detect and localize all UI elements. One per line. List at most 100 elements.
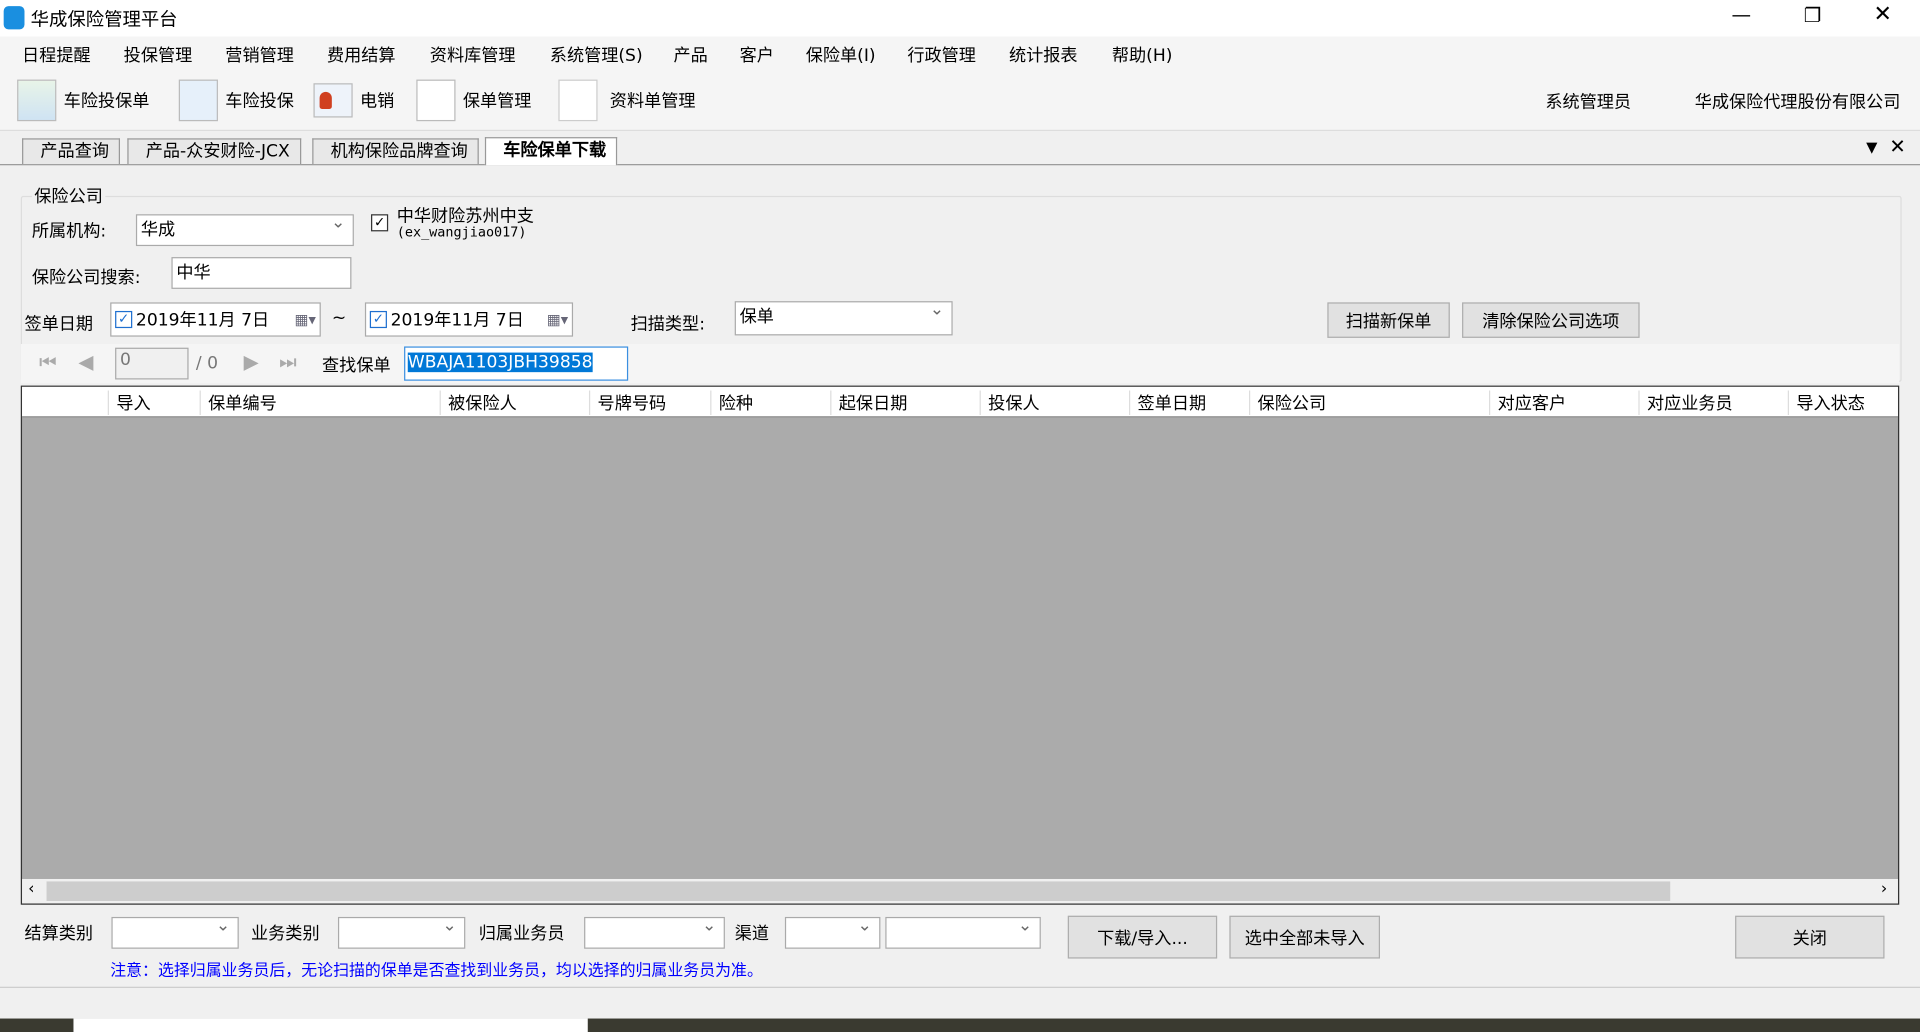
- table-header: 导入 保单编号 被保险人 号牌号码 险种 起保日期 投保人 签单日期 保险公司 对应客户 对应业务员…: [22, 386, 1898, 418]
- column-header[interactable]: 导入状态: [1787, 390, 1898, 416]
- date-separator: ~: [331, 308, 347, 329]
- menu-item[interactable]: 费用结算: [327, 43, 396, 67]
- close-tab-icon[interactable]: ✕: [1889, 135, 1905, 158]
- column-header[interactable]: 起保日期: [830, 390, 979, 416]
- select-all-unimported-button[interactable]: 选中全部未导入: [1229, 915, 1381, 959]
- channel-label: 渠道: [734, 924, 769, 944]
- column-header[interactable]: 对应业务员: [1638, 390, 1787, 416]
- title-bar: 华成保险管理平台 — ❐ ✕: [0, 0, 1920, 37]
- menu-item[interactable]: 投保管理: [124, 43, 193, 67]
- tab-product-zhongan[interactable]: 产品-众安财险-JCX: [127, 138, 301, 165]
- toolbar-document-management[interactable]: 资料单管理: [558, 78, 696, 122]
- toolbar-car-proposal-form[interactable]: 车险投保单: [17, 78, 149, 122]
- menu-item[interactable]: 资料库管理: [430, 43, 516, 67]
- find-policy-input[interactable]: WBAJA1103JBH39858: [404, 346, 629, 381]
- agent-select[interactable]: [584, 916, 725, 949]
- minimize-button[interactable]: —: [1731, 2, 1751, 25]
- policy-table[interactable]: 导入 保单编号 被保险人 号牌号码 险种 起保日期 投保人 签单日期 保险公司 对应客户 对应业务员…: [20, 385, 1900, 905]
- divider: [0, 986, 1920, 988]
- toolbar-label: 车险投保: [225, 91, 294, 112]
- page-total: / 0: [195, 353, 219, 374]
- company-checkbox[interactable]: ✓: [371, 214, 389, 232]
- binding-navigator: [20, 344, 1900, 384]
- org-label: 所属机构:: [31, 221, 107, 242]
- business-type-select[interactable]: [337, 916, 466, 949]
- scan-type-label: 扫描类型:: [630, 314, 705, 335]
- date-from-picker[interactable]: ✓ 2019年11月 7日 ▦▾: [110, 302, 321, 337]
- settle-type-select[interactable]: [111, 916, 239, 949]
- channel-select[interactable]: [784, 916, 881, 949]
- app-logo-icon: [3, 6, 25, 30]
- group-title: 保险公司: [31, 183, 106, 209]
- find-policy-value: WBAJA1103JBH39858: [407, 352, 593, 373]
- scroll-right-icon[interactable]: ›: [1881, 880, 1887, 898]
- agent-label: 归属业务员: [478, 924, 565, 944]
- contact-card-icon: [313, 83, 353, 118]
- column-header[interactable]: 号牌号码: [588, 390, 710, 416]
- tab-product-query[interactable]: 产品查询: [22, 138, 121, 165]
- download-import-button[interactable]: 下载/导入...: [1067, 915, 1218, 959]
- spreadsheet-icon: [17, 79, 57, 122]
- business-type-label: 业务类别: [251, 924, 320, 944]
- settle-type-label: 结算类别: [24, 924, 94, 944]
- toolbar-telesales[interactable]: 电销: [313, 78, 394, 122]
- toolbar-label: 资料单管理: [609, 91, 696, 112]
- menu-item[interactable]: 系统管理(S): [550, 43, 643, 67]
- taskbar: [0, 1018, 1920, 1032]
- find-policy-label: 查找保单: [322, 356, 391, 376]
- tab-car-policy-download[interactable]: 车险保单下载: [484, 137, 618, 166]
- company-search-input[interactable]: 中华: [171, 257, 352, 289]
- last-page-icon[interactable]: ⏭: [279, 350, 297, 374]
- menu-item[interactable]: 营销管理: [225, 43, 294, 67]
- menu-item[interactable]: 客户: [740, 43, 774, 67]
- tab-org-brand-query[interactable]: 机构保险品牌查询: [312, 138, 479, 165]
- horizontal-scrollbar[interactable]: ‹ ›: [22, 878, 1898, 904]
- column-header[interactable]: 导入: [107, 390, 200, 416]
- toolbar-car-proposal[interactable]: 车险投保: [178, 78, 294, 122]
- scan-new-policy-button[interactable]: 扫描新保单: [1327, 302, 1450, 338]
- page-number-input[interactable]: 0: [115, 347, 189, 380]
- company-code-label: (ex_wangjiao017): [396, 224, 527, 240]
- date-to-value: 2019年11月 7日: [390, 310, 524, 331]
- scroll-left-icon[interactable]: ‹: [28, 880, 34, 898]
- date-to-picker[interactable]: ✓ 2019年11月 7日 ▦▾: [364, 302, 574, 337]
- menu-item[interactable]: 保险单(I): [806, 43, 876, 67]
- calendar-icon[interactable]: ▦▾: [547, 311, 568, 328]
- company-search-label: 保险公司搜索:: [31, 268, 141, 288]
- company-name: 华成保险代理股份有限公司: [1694, 93, 1901, 113]
- column-header[interactable]: 对应客户: [1488, 390, 1638, 416]
- tab-list-dropdown-icon[interactable]: ▼: [1866, 138, 1877, 155]
- menu-item[interactable]: 日程提醒: [22, 43, 91, 67]
- close-button[interactable]: 关闭: [1735, 915, 1885, 959]
- column-header[interactable]: 险种: [710, 390, 830, 416]
- menu-item[interactable]: 行政管理: [907, 43, 976, 67]
- notice-text: 注意：选择归属业务员后，无论扫描的保单是否查找到业务员，均以选择的归属业务员为准…: [110, 962, 763, 981]
- channel-sub-select[interactable]: [885, 916, 1041, 949]
- column-header[interactable]: 签单日期: [1128, 390, 1249, 416]
- date-to-checkbox[interactable]: ✓: [369, 310, 387, 329]
- calendar-icon[interactable]: ▦▾: [295, 311, 316, 328]
- restore-button[interactable]: ❐: [1804, 4, 1822, 27]
- menu-bar: 日程提醒 投保管理 营销管理 费用结算 资料库管理 系统管理(S) 产品 客户 保险单(I) 行政…: [0, 36, 1920, 72]
- scrollbar-thumb[interactable]: [46, 881, 1671, 902]
- scan-type-select[interactable]: 保单: [734, 300, 953, 336]
- date-from-checkbox[interactable]: ✓: [115, 310, 133, 329]
- prev-page-icon[interactable]: ◀: [78, 350, 93, 373]
- column-header[interactable]: 投保人: [979, 390, 1129, 416]
- menu-item[interactable]: 统计报表: [1009, 43, 1078, 67]
- column-header[interactable]: 保险公司: [1248, 390, 1489, 416]
- column-header[interactable]: 被保险人: [439, 390, 589, 416]
- org-select[interactable]: 华成: [135, 213, 354, 247]
- toolbar-policy-management[interactable]: 保单管理: [416, 78, 531, 122]
- toolbar-label: 车险投保单: [63, 91, 150, 112]
- current-user: 系统管理员: [1545, 93, 1632, 113]
- column-header[interactable]: 保单编号: [199, 390, 440, 416]
- menu-item[interactable]: 产品: [673, 43, 707, 67]
- menu-item[interactable]: 帮助(H): [1112, 43, 1173, 67]
- first-page-icon[interactable]: ⏮: [39, 350, 57, 374]
- document-pen-icon: [178, 79, 218, 122]
- clear-company-selection-button[interactable]: 清除保险公司选项: [1462, 302, 1640, 338]
- next-page-icon[interactable]: ▶: [244, 350, 259, 373]
- toolbar-label: 保单管理: [462, 91, 532, 112]
- close-window-button[interactable]: ✕: [1873, 1, 1891, 27]
